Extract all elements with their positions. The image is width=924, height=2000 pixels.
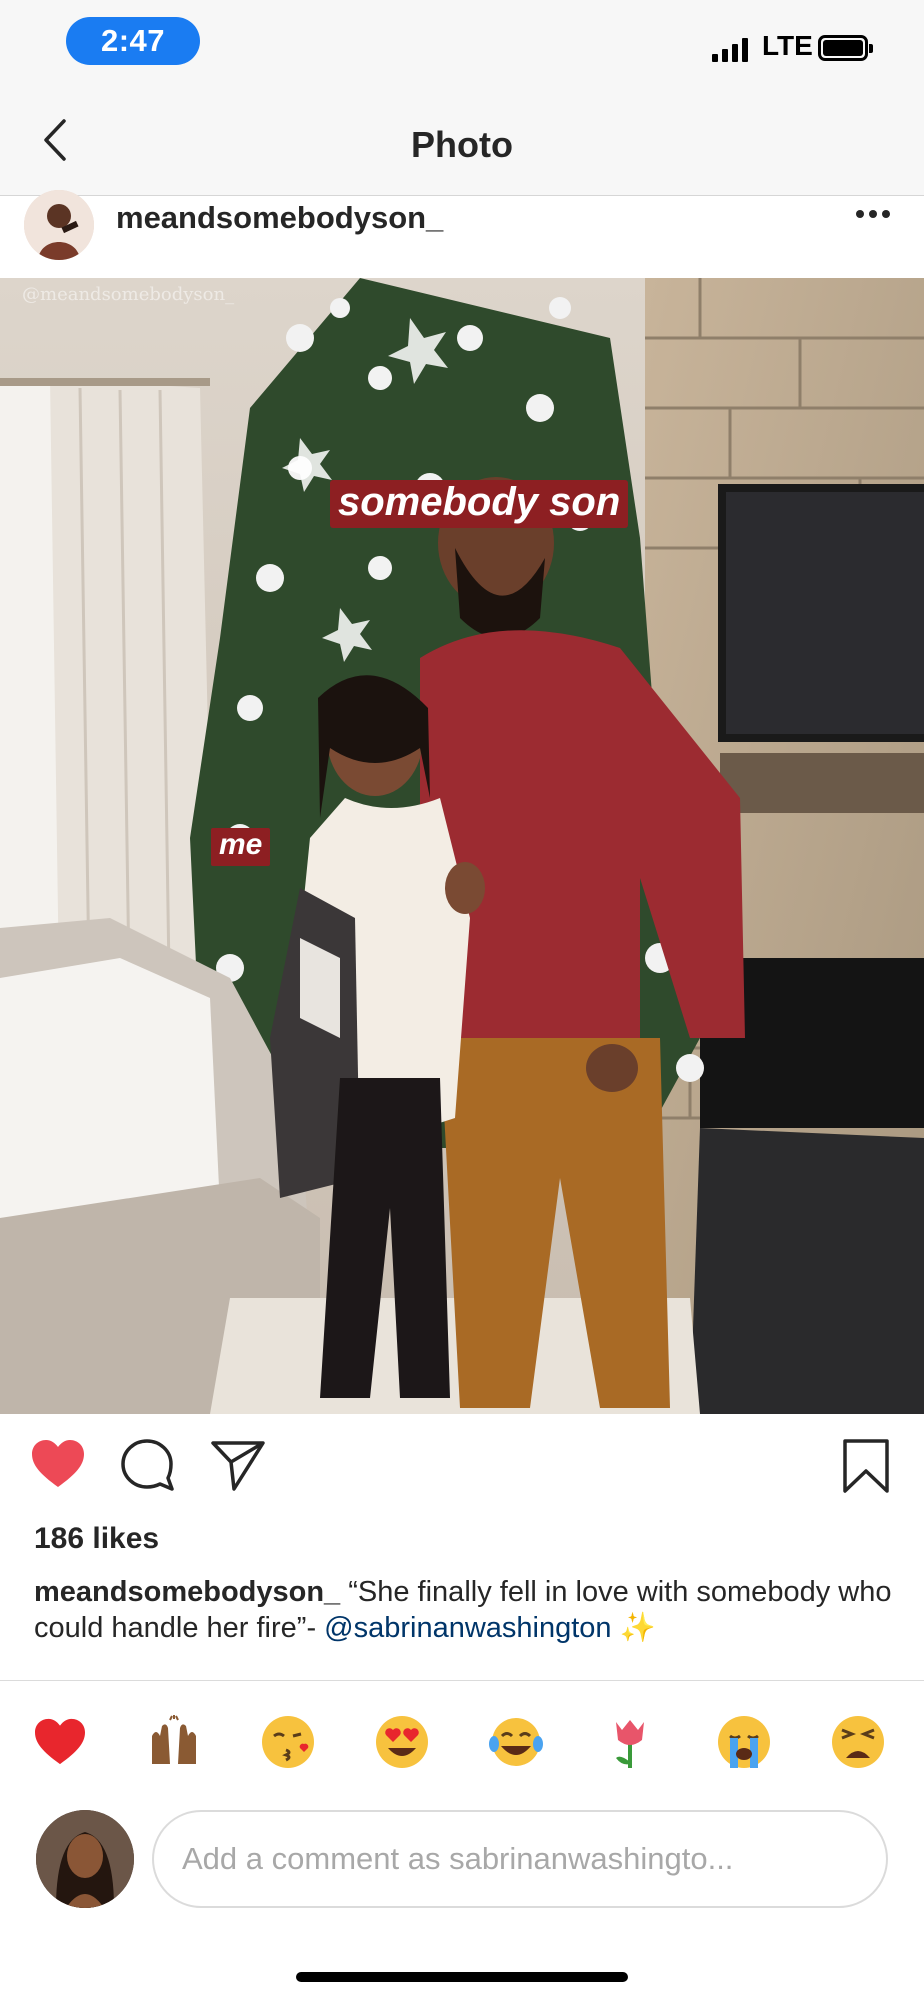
caption-mention[interactable]: @sabrinanwashington bbox=[324, 1612, 611, 1644]
photo-watermark: @meandsomebodyson_ bbox=[22, 284, 235, 305]
share-button[interactable] bbox=[210, 1438, 266, 1497]
post-avatar[interactable] bbox=[24, 190, 94, 260]
paper-plane-icon bbox=[211, 1441, 265, 1491]
comment-button[interactable] bbox=[120, 1438, 174, 1497]
caption-username[interactable]: meandsomebodyson_ bbox=[34, 1576, 340, 1608]
divider bbox=[0, 1680, 924, 1681]
status-time[interactable]: 2:47 bbox=[66, 17, 200, 65]
post-username[interactable]: meandsomebodyson_ bbox=[116, 200, 443, 236]
post-caption: meandsomebodyson_ “She finally fell in l… bbox=[34, 1574, 894, 1646]
reaction-crying-face[interactable] bbox=[714, 1712, 774, 1772]
reaction-tulip[interactable] bbox=[600, 1712, 660, 1772]
comment-input[interactable] bbox=[152, 1810, 888, 1908]
quick-reactions bbox=[0, 1712, 924, 1772]
likes-count[interactable]: 186 likes bbox=[34, 1522, 159, 1556]
sticker-me: me bbox=[211, 828, 271, 866]
page-title: Photo bbox=[411, 124, 513, 165]
battery-icon bbox=[818, 35, 873, 61]
sparkles-emoji: ✨ bbox=[611, 1612, 656, 1644]
photo-illustration bbox=[0, 278, 924, 1414]
reaction-weary-face[interactable] bbox=[828, 1712, 888, 1772]
reaction-heart-eyes[interactable] bbox=[372, 1712, 432, 1772]
post-photo[interactable]: @meandsomebodyson_ somebody son me bbox=[0, 278, 924, 1414]
post-header: meandsomebodyson_ bbox=[0, 190, 924, 278]
nav-bar: Photo bbox=[0, 86, 924, 196]
like-button[interactable] bbox=[30, 1438, 86, 1495]
current-user-avatar[interactable] bbox=[36, 1810, 134, 1908]
reaction-raising-hands[interactable] bbox=[144, 1712, 204, 1772]
comment-composer bbox=[0, 1806, 924, 1910]
sticker-somebody-son: somebody son bbox=[330, 480, 629, 528]
ellipsis-icon[interactable] bbox=[856, 210, 890, 218]
home-indicator[interactable] bbox=[296, 1972, 628, 1982]
signal-bars-icon bbox=[712, 38, 748, 62]
save-button[interactable] bbox=[842, 1438, 890, 1499]
bookmark-icon bbox=[843, 1439, 889, 1493]
reaction-red-heart[interactable] bbox=[30, 1712, 90, 1772]
comment-icon bbox=[121, 1439, 174, 1491]
reaction-kiss-face[interactable] bbox=[258, 1712, 318, 1772]
post-actions bbox=[0, 1414, 924, 1524]
status-bar: 2:47 LTE bbox=[0, 0, 924, 86]
heart-filled-icon bbox=[32, 1440, 84, 1487]
network-label: LTE bbox=[762, 30, 813, 61]
reaction-tears-of-joy[interactable] bbox=[486, 1712, 546, 1772]
